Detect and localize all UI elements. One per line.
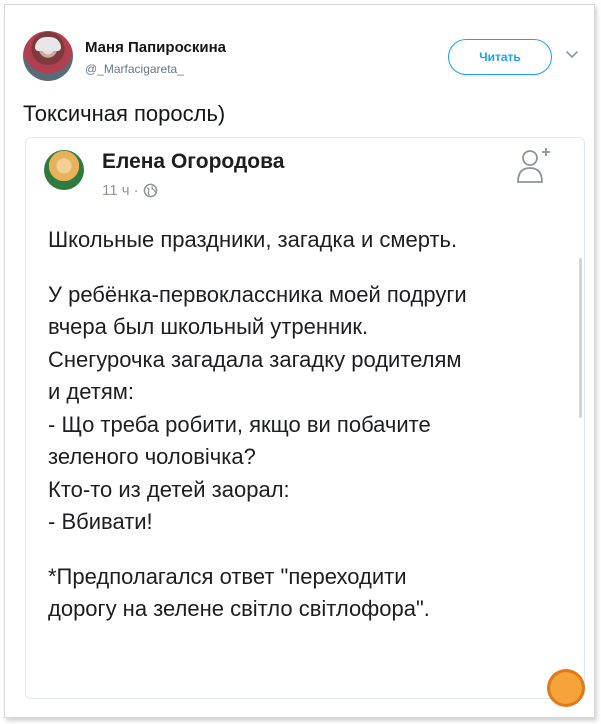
add-friend-icon[interactable] xyxy=(516,146,552,186)
post-text-line: Кто-то из детей заорал: xyxy=(48,476,290,502)
globe-icon xyxy=(143,183,157,198)
tweet-text: Токсичная поросль) xyxy=(23,101,226,126)
tweet-header: Маня Папироскина @_Marfacigareta_ Читать xyxy=(23,31,588,87)
screenshot-frame: Маня Папироскина @_Marfacigareta_ Читать… xyxy=(4,4,595,718)
post-text-line: Снегурочка загадала загадку родителям xyxy=(48,346,462,372)
post-text-line: *Предполагался ответ "переходити xyxy=(48,563,407,589)
meta-separator: · xyxy=(133,182,139,199)
embedded-post-card[interactable]: Елена Огородова 11 ч · Школьные праздник… xyxy=(25,137,585,699)
post-text-line: вчера был школьный утренник. xyxy=(48,314,369,339)
post-text-line: дорогу на зелене світло світлофора". xyxy=(48,596,430,621)
avatar[interactable] xyxy=(23,31,73,81)
post-text-line: - Вбивати! xyxy=(48,509,153,534)
embed-meta: 11 ч · xyxy=(102,182,158,199)
author-handle[interactable]: @_Marfacigareta_ xyxy=(85,62,184,76)
post-time[interactable]: 11 ч xyxy=(102,182,130,199)
follow-button[interactable]: Читать xyxy=(448,39,552,75)
watermark-logo xyxy=(547,669,585,707)
chevron-down-icon[interactable] xyxy=(565,47,579,61)
post-body: Школьные праздники, загадка и смерть. У р… xyxy=(48,224,568,626)
scrollbar[interactable] xyxy=(579,258,582,418)
post-text-line: и детям: xyxy=(48,379,134,404)
embed-avatar[interactable] xyxy=(44,150,84,190)
author-name[interactable]: Маня Папироскина xyxy=(85,39,226,56)
post-text-line: зеленого чоловічка? xyxy=(48,444,256,469)
post-text-line: - Що треба робити, якщо ви побачите xyxy=(48,411,431,437)
post-text-line: Школьные праздники, загадка и смерть. xyxy=(48,227,458,252)
post-text-line: У ребёнка-первоклассника моей подруги xyxy=(48,281,467,307)
embed-author-name[interactable]: Елена Огородова xyxy=(102,150,284,174)
